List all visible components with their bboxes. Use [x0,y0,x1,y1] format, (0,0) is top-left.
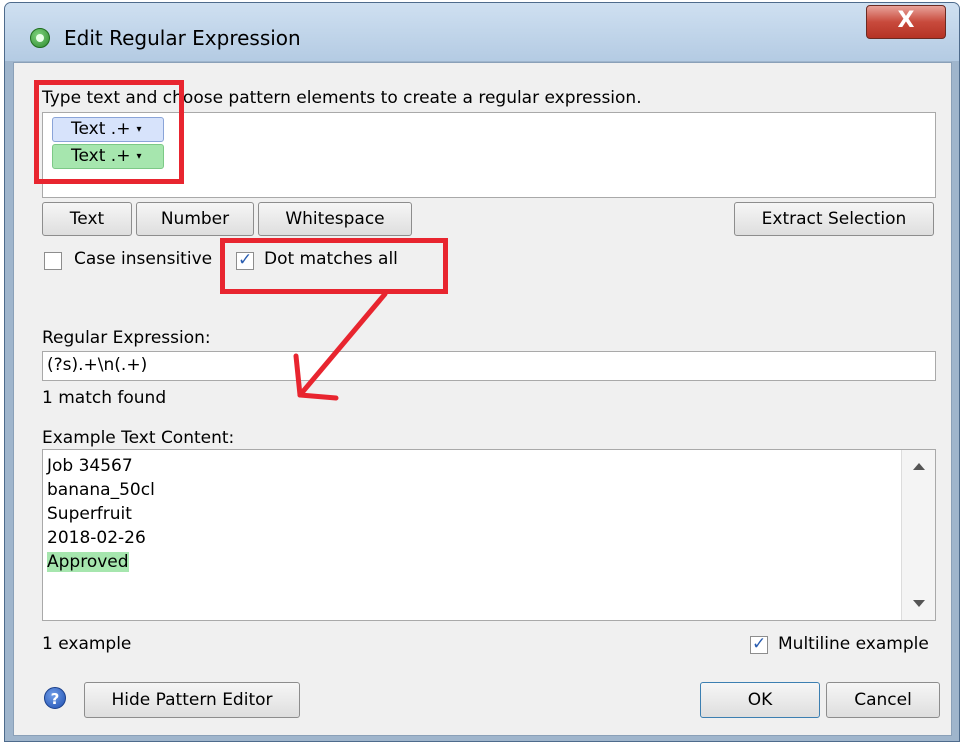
annotation-arrow-shaft [297,291,388,398]
annotation-arrow [293,291,388,401]
annotation-arrow-head-left [293,353,303,398]
annotation-arrow-head-right [297,392,339,401]
